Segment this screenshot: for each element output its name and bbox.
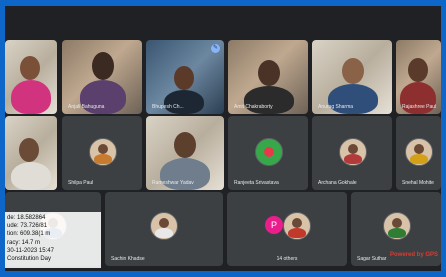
participant-face xyxy=(20,56,40,80)
avatar-body xyxy=(288,228,306,238)
others-tile[interactable]: P 14 others xyxy=(227,192,347,266)
participant-tile[interactable]: Ranjeeta Srivastava xyxy=(228,116,308,190)
participant-face xyxy=(92,52,114,80)
gps-line: de: 18.582864 xyxy=(7,215,46,221)
participant-tile[interactable]: Anjali Bahuguna xyxy=(62,40,142,114)
participant-tile[interactable]: Rajashree Paul xyxy=(396,40,441,114)
avatar-face xyxy=(98,144,108,154)
participant-name: Anjali Bahuguna xyxy=(68,104,105,110)
participant-face xyxy=(342,58,364,84)
avatar-face xyxy=(414,144,424,154)
participant-name: Sagar Suthar xyxy=(357,256,387,262)
gps-line: tion: 609.38(1 m xyxy=(7,231,51,238)
participant-tile[interactable]: Rameshwar Yadav xyxy=(146,116,224,190)
participant-face xyxy=(174,132,196,158)
participant-name: Ranjeeta Srivastava xyxy=(234,180,279,186)
participant-name: Rameshwar Yadav xyxy=(152,180,194,186)
participant-name: Snehal Mohite xyxy=(402,180,434,186)
participant-tile[interactable] xyxy=(5,116,57,190)
participant-tile[interactable]: Snehal Mohite xyxy=(396,116,441,190)
gps-line: 30-11-2023 15:47 xyxy=(7,247,54,254)
participant-face xyxy=(174,66,194,90)
participant-body xyxy=(164,90,204,114)
heart-avatar-icon xyxy=(255,138,283,166)
avatar-body xyxy=(388,228,406,238)
participant-body xyxy=(11,80,51,114)
avatar xyxy=(283,212,311,240)
participant-face xyxy=(258,60,280,86)
participant-name: Rajashree Paul xyxy=(402,104,437,110)
avatar-body xyxy=(155,228,173,238)
avatar xyxy=(339,138,367,166)
gps-overlay: de: 18.582864 ude: 73.726/81 tion: 609.3… xyxy=(5,212,101,268)
participant-tile[interactable]: Shilpa Paul xyxy=(62,116,142,190)
participant-name: Amit Chakraborty xyxy=(234,104,273,110)
participant-name: Archana Gokhale xyxy=(318,180,357,186)
participant-tile[interactable]: Amit Chakraborty xyxy=(228,40,308,114)
others-count-label: 14 others xyxy=(276,256,298,262)
heart-shape xyxy=(264,147,274,157)
participant-tile[interactable]: Archana Gokhale xyxy=(312,116,392,190)
avatar-body xyxy=(344,154,362,164)
watermark: Powered by GPS xyxy=(389,252,438,258)
participant-tile[interactable]: Sachin Khadse xyxy=(105,192,223,266)
participant-name: Bhupesh Ch... xyxy=(152,104,184,110)
gps-line: Constitution Day xyxy=(7,256,52,263)
avatar-body xyxy=(94,154,112,164)
avatar-body xyxy=(410,154,428,164)
avatar xyxy=(383,212,411,240)
participant-tile[interactable]: Anurag Sharma xyxy=(312,40,392,114)
participant-name: Sachin Khadse xyxy=(111,256,145,262)
pin-icon[interactable]: ✎ xyxy=(211,44,220,53)
participant-face xyxy=(19,138,39,162)
others-avatar-badge: P xyxy=(265,216,283,234)
gps-line: racy: 14.7 m xyxy=(7,239,41,246)
participant-tile[interactable] xyxy=(5,40,57,114)
avatar xyxy=(89,138,117,166)
avatar-face xyxy=(392,218,402,228)
avatar xyxy=(405,138,433,166)
participant-name: Shilpa Paul xyxy=(68,180,94,186)
avatar-face xyxy=(292,218,302,228)
gps-line: ude: 73.726/81 xyxy=(7,223,48,230)
avatar-face xyxy=(159,218,169,228)
participant-face xyxy=(408,58,428,82)
avatar xyxy=(150,212,178,240)
participant-name: Anurag Sharma xyxy=(318,104,354,110)
avatar-face xyxy=(348,144,358,154)
participant-body xyxy=(11,162,51,190)
participant-tile[interactable]: ✎ Bhupesh Ch... xyxy=(146,40,224,114)
